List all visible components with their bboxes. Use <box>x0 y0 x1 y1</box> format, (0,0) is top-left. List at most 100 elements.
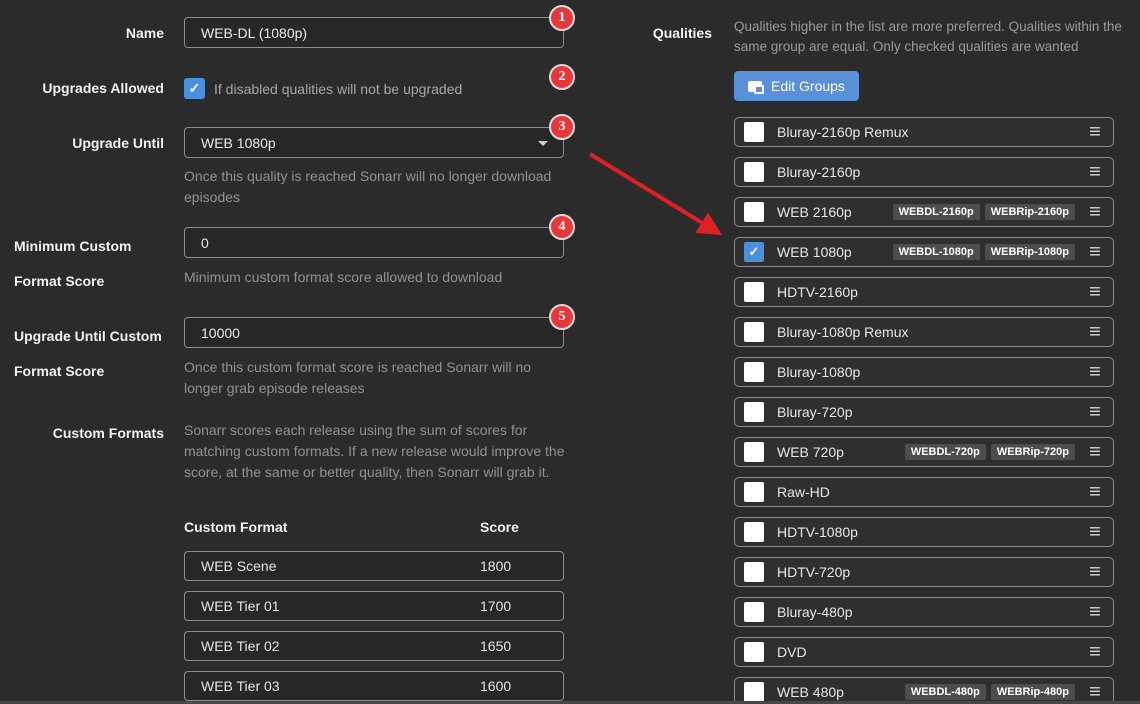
quality-name: Bluray-2160p Remux <box>777 124 909 140</box>
quality-name: Bluray-480p <box>777 604 853 620</box>
quality-checkbox[interactable] <box>744 202 764 222</box>
quality-badge: WEBRip-480p <box>991 684 1075 700</box>
quality-checkbox[interactable] <box>744 402 764 422</box>
quality-item[interactable]: Bluray-2160p ≡ <box>734 157 1114 187</box>
edit-groups-button-label: Edit Groups <box>771 78 845 94</box>
drag-handle-icon[interactable]: ≡ <box>1084 638 1106 666</box>
quality-checkbox[interactable] <box>744 442 764 462</box>
callout-circle-1: 1 <box>549 5 575 31</box>
upgrade-until-custom-format-score-help: Once this custom format score is reached… <box>184 357 564 399</box>
drag-handle-icon[interactable]: ≡ <box>1084 518 1106 546</box>
quality-name: HDTV-1080p <box>777 524 858 540</box>
upgrades-allowed-checkbox[interactable]: ✓ <box>184 78 205 99</box>
quality-name: DVD <box>777 644 807 660</box>
quality-item[interactable]: Bluray-2160p Remux ≡ <box>734 117 1114 147</box>
quality-checkbox[interactable] <box>744 602 764 622</box>
quality-item[interactable]: Bluray-1080p Remux ≡ <box>734 317 1114 347</box>
quality-badge: WEBRip-720p <box>991 444 1075 460</box>
drag-handle-icon[interactable]: ≡ <box>1084 278 1106 306</box>
quality-checkbox[interactable] <box>744 562 764 582</box>
quality-item[interactable]: Bluray-720p ≡ <box>734 397 1114 427</box>
quality-badges: WEBDL-1080p WEBRip-1080p <box>893 244 1075 260</box>
quality-item[interactable]: WEB 2160pWEBDL-2160pWEBRip-2160p≡ <box>734 197 1114 227</box>
upgrade-until-custom-format-score-label-line1: Upgrade Until Custom <box>14 319 184 354</box>
quality-checkbox[interactable] <box>744 122 764 142</box>
quality-item[interactable]: ✓WEB 1080pWEBDL-1080pWEBRip-1080p≡ <box>734 237 1114 267</box>
custom-format-score: 1800 <box>480 558 511 574</box>
quality-badge: WEBDL-720p <box>905 444 986 460</box>
quality-badge: WEBDL-1080p <box>893 244 980 260</box>
custom-format-row[interactable]: WEB Tier 011700 <box>184 591 564 621</box>
custom-formats-label: Custom Formats <box>0 425 164 441</box>
quality-checkbox[interactable] <box>744 362 764 382</box>
quality-item[interactable]: DVD ≡ <box>734 637 1114 667</box>
custom-format-name: WEB Tier 01 <box>185 598 280 614</box>
drag-handle-icon[interactable]: ≡ <box>1084 238 1106 266</box>
drag-handle-icon[interactable]: ≡ <box>1084 198 1106 226</box>
quality-badge: WEBRip-1080p <box>985 244 1075 260</box>
quality-checkbox[interactable] <box>744 642 764 662</box>
quality-checkbox[interactable] <box>744 322 764 342</box>
quality-item[interactable]: HDTV-1080p ≡ <box>734 517 1114 547</box>
custom-format-score: 1600 <box>480 678 511 694</box>
minimum-custom-format-score-help: Minimum custom format score allowed to d… <box>184 267 564 288</box>
custom-formats-description: Sonarr scores each release using the sum… <box>184 420 570 483</box>
drag-handle-icon[interactable]: ≡ <box>1084 558 1106 586</box>
custom-format-row[interactable]: WEB Tier 021650 <box>184 631 564 661</box>
quality-badges: WEBDL-720p WEBRip-720p <box>905 444 1075 460</box>
quality-checkbox[interactable] <box>744 522 764 542</box>
minimum-custom-format-score-label-line2: Format Score <box>14 264 184 299</box>
drag-handle-icon[interactable]: ≡ <box>1084 398 1106 426</box>
upgrade-until-custom-format-score-label: Upgrade Until Custom Format Score <box>14 319 184 389</box>
upgrade-until-help: Once this quality is reached Sonarr will… <box>184 166 564 208</box>
quality-badge: WEBRip-2160p <box>985 204 1075 220</box>
custom-format-name: WEB Tier 03 <box>185 678 280 694</box>
drag-handle-icon[interactable]: ≡ <box>1084 598 1106 626</box>
quality-item[interactable]: HDTV-2160p≡ <box>734 277 1114 307</box>
drag-handle-icon[interactable]: ≡ <box>1084 438 1106 466</box>
quality-checkbox[interactable] <box>744 162 764 182</box>
quality-name: WEB 2160p <box>777 204 852 220</box>
quality-profile-editor: Name Upgrades Allowed Upgrade Until Mini… <box>0 0 1140 704</box>
custom-format-row[interactable]: WEB Scene1800 <box>184 551 564 581</box>
quality-name: Bluray-1080p Remux <box>777 324 909 340</box>
quality-checkbox[interactable]: ✓ <box>744 242 764 262</box>
drag-handle-icon[interactable]: ≡ <box>1084 358 1106 386</box>
quality-name: HDTV-720p <box>777 564 850 580</box>
upgrade-until-select[interactable]: WEB 1080p <box>184 127 564 158</box>
drag-handle-icon[interactable]: ≡ <box>1084 318 1106 346</box>
minimum-custom-format-score-input[interactable] <box>184 227 564 258</box>
drag-handle-icon[interactable]: ≡ <box>1084 478 1106 506</box>
upgrades-allowed-checkbox-text: If disabled qualities will not be upgrad… <box>214 81 462 97</box>
name-input[interactable] <box>184 17 564 48</box>
quality-name: Bluray-720p <box>777 404 853 420</box>
custom-formats-list: WEB Scene1800WEB Tier 011700WEB Tier 021… <box>184 551 564 704</box>
edit-groups-button[interactable]: Edit Groups <box>734 71 859 101</box>
quality-item[interactable]: HDTV-720p ≡ <box>734 557 1114 587</box>
quality-item[interactable]: WEB 480pWEBDL-480pWEBRip-480p≡ <box>734 677 1114 704</box>
upgrade-until-custom-format-score-label-line2: Format Score <box>14 354 184 389</box>
quality-name: Bluray-2160p <box>777 164 860 180</box>
quality-badges: WEBDL-480p WEBRip-480p <box>905 684 1075 700</box>
quality-checkbox[interactable] <box>744 282 764 302</box>
quality-item[interactable]: WEB 720p WEBDL-720p WEBRip-720p ≡ <box>734 437 1114 467</box>
name-label: Name <box>0 25 164 41</box>
custom-format-name: WEB Tier 02 <box>185 638 280 654</box>
upgrade-until-custom-format-score-input[interactable] <box>184 317 564 348</box>
quality-checkbox[interactable] <box>744 682 764 702</box>
quality-item[interactable]: Raw-HD≡ <box>734 477 1114 507</box>
quality-checkbox[interactable] <box>744 482 764 502</box>
qualities-list: Bluray-2160p Remux ≡ Bluray-2160p ≡ WEB 2160… <box>734 117 1114 704</box>
quality-item[interactable]: Bluray-1080p≡ <box>734 357 1114 387</box>
drag-handle-icon[interactable]: ≡ <box>1084 118 1106 146</box>
custom-format-row[interactable]: WEB Tier 03 1600 <box>184 671 564 701</box>
custom-format-column-header: Custom Format <box>184 519 287 535</box>
upgrades-allowed-label: Upgrades Allowed <box>0 80 164 96</box>
quality-name: WEB 720p <box>777 444 844 460</box>
annotation-arrow <box>585 148 735 248</box>
drag-handle-icon[interactable]: ≡ <box>1084 158 1106 186</box>
quality-badge: WEBDL-480p <box>905 684 986 700</box>
minimum-custom-format-score-label: Minimum Custom Format Score <box>14 229 184 299</box>
quality-item[interactable]: Bluray-480p ≡ <box>734 597 1114 627</box>
callout-circle-4: 4 <box>549 214 575 240</box>
